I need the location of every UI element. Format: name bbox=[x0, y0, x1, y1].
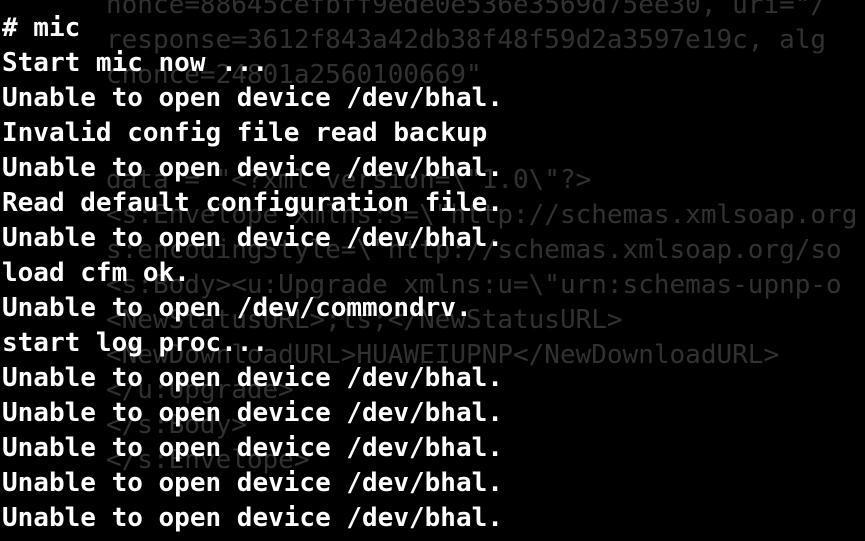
terminal-line: Start mic now ... bbox=[2, 48, 269, 78]
terminal-line: Unable to open device /dev/bhal. bbox=[2, 153, 503, 183]
terminal-line: Read default configuration file. bbox=[2, 188, 503, 218]
terminal-output: # mic Start mic now ... Unable to open dev… bbox=[2, 11, 503, 536]
terminal-line: Unable to open /dev/commondrv. bbox=[2, 293, 472, 323]
terminal-line: Unable to open device /dev/bhal. bbox=[2, 468, 503, 498]
terminal-window[interactable]: nonce=88645cefbff9ede0e536e3569d75ee30, … bbox=[0, 0, 865, 541]
terminal-line: start log proc... bbox=[2, 328, 269, 358]
terminal-line: Unable to open device /dev/bhal. bbox=[2, 363, 503, 393]
terminal-line: Unable to open device /dev/bhal. bbox=[2, 223, 503, 253]
terminal-line: Unable to open device /dev/bhal. bbox=[2, 83, 503, 113]
terminal-line: Invalid config file read backup bbox=[2, 118, 488, 148]
terminal-line: Unable to open device /dev/bhal. bbox=[2, 433, 503, 463]
terminal-line: Unable to open device /dev/bhal. bbox=[2, 503, 503, 533]
terminal-line: # mic bbox=[2, 13, 81, 43]
terminal-line: load cfm ok. bbox=[2, 258, 190, 288]
terminal-line: Unable to open device /dev/bhal. bbox=[2, 398, 503, 428]
